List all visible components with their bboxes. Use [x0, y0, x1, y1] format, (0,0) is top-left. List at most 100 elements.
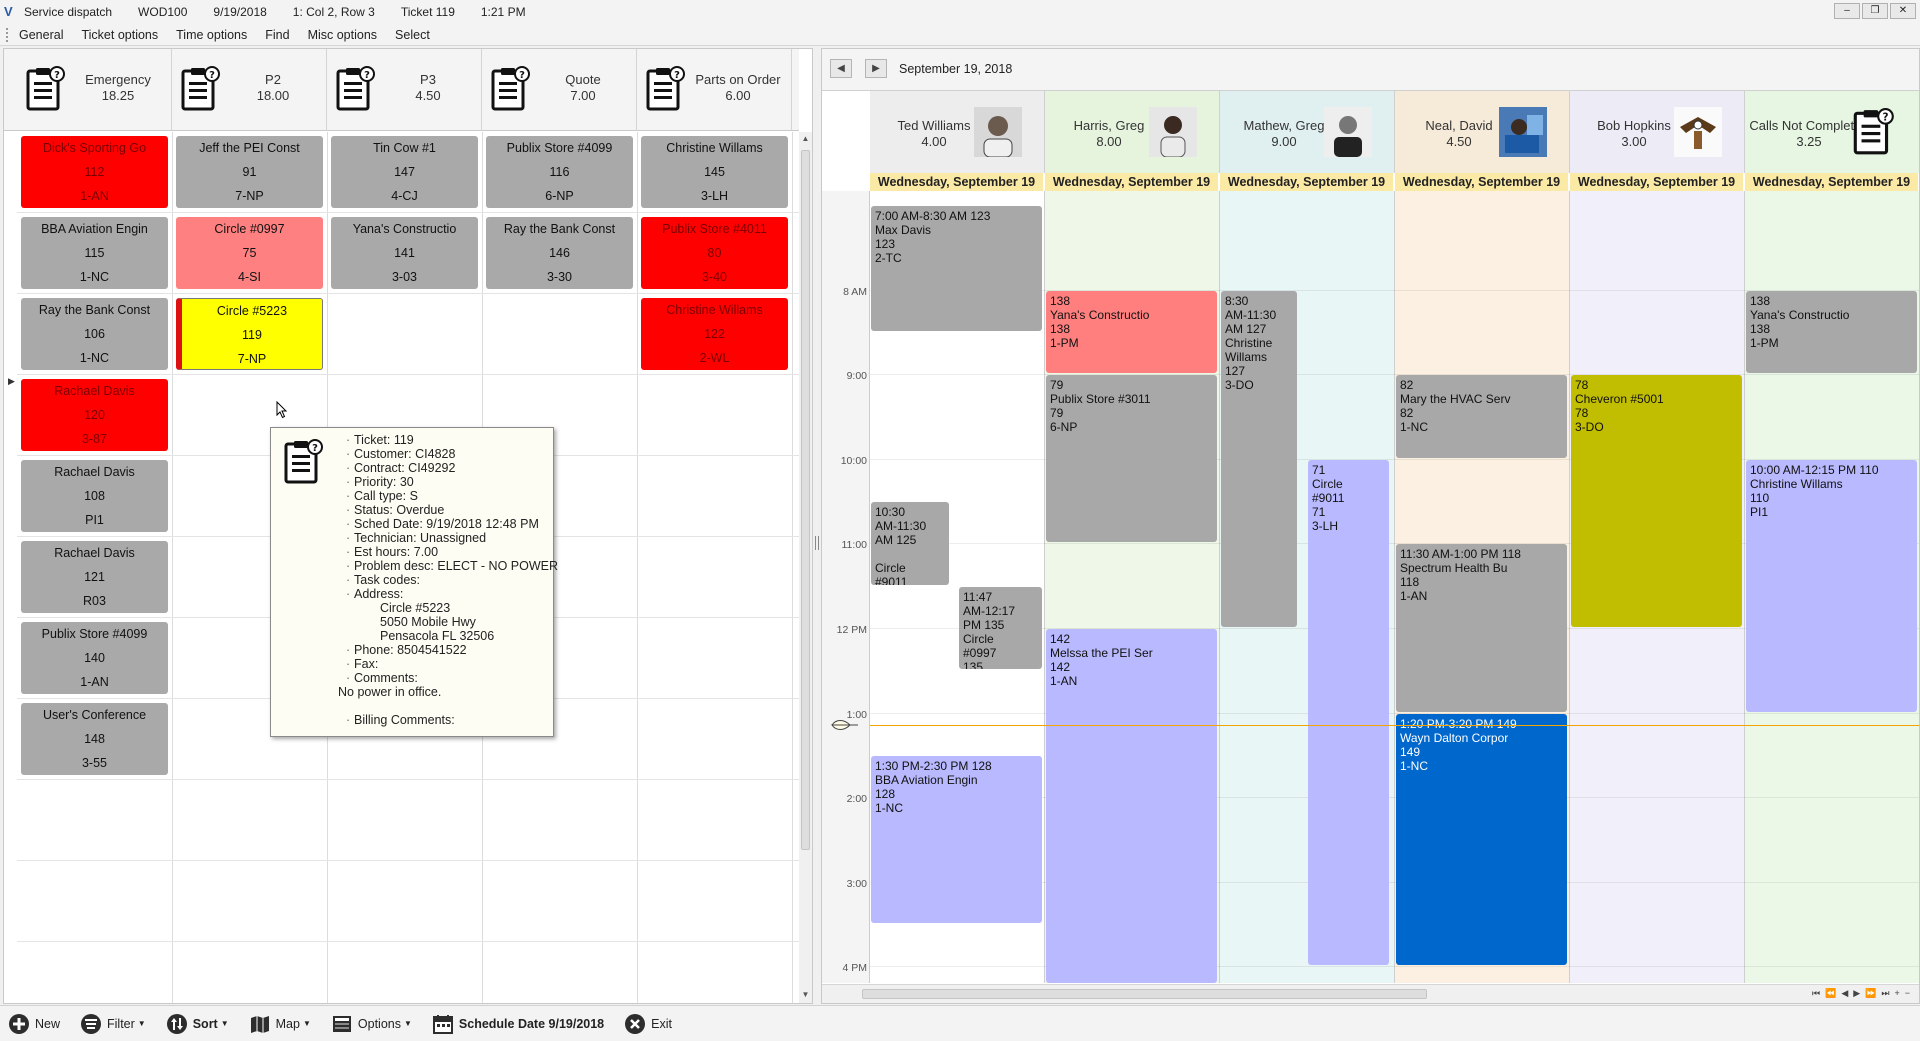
close-window-button[interactable]: ✕ [1890, 3, 1916, 19]
ticket-card[interactable]: Christine Willams 122 2-WL [641, 298, 788, 370]
appointment[interactable]: 1:20 PM-3:20 PM 149 Wayn Dalton Corpor 149… [1396, 713, 1567, 966]
day-header: Wednesday, September 19 [870, 173, 1044, 191]
appointment-line: 123 [875, 237, 896, 251]
menu-ticket-options[interactable]: Ticket options [72, 28, 167, 42]
ticket-card[interactable]: Jeff the PEI Const 91 7-NP [176, 136, 323, 208]
bullet-icon: · [346, 671, 351, 685]
ticket-card[interactable]: Ray the Bank Const 146 3-30 [486, 217, 633, 289]
appointment-line: Circle [963, 631, 994, 646]
appointment[interactable]: 138 Yana's Constructio 138 1-PM [1046, 290, 1217, 374]
board-scroll-thumb[interactable] [801, 150, 810, 850]
calendar-horizontal-scrollbar[interactable]: ⏮⏪◀▶⏩⏭+− [822, 984, 1919, 1003]
appointment-line: Christine [1225, 335, 1273, 350]
ticket-card[interactable]: Christine Willams 145 3-LH [641, 136, 788, 208]
filter-button[interactable]: Filter ▼ [80, 1013, 146, 1035]
ticket-number: 91 [242, 165, 257, 179]
ticket-code: 3-30 [546, 270, 573, 284]
ticket-card[interactable]: Dick's Sporting Go 112 1-AN [21, 136, 168, 208]
sort-button[interactable]: Sort ▼ [166, 1013, 229, 1035]
ticket-card[interactable]: Publix Store #4099 116 6-NP [486, 136, 633, 208]
calendar-scroll-thumb[interactable] [862, 989, 1427, 999]
record-navigator-icons[interactable]: ⏮⏪◀▶⏩⏭+− [1812, 988, 1915, 999]
appointment-header: 138 [1750, 293, 1771, 308]
menu-misc-options[interactable]: Misc options [299, 28, 386, 42]
previous-day-button[interactable]: ◀ [830, 59, 852, 78]
appointment[interactable]: 11:47AM-12:17PM 135Circle#09971353-10 [959, 586, 1042, 670]
menu-general[interactable]: General [10, 28, 72, 42]
ticket-card[interactable]: User's Conference 148 3-55 [21, 703, 168, 775]
appointment[interactable]: 79 Publix Store #3011 79 6-NP [1046, 375, 1217, 543]
clipboard-icon: ? [336, 66, 375, 111]
minimize-button[interactable]: – [1834, 3, 1860, 19]
ticket-number: 106 [84, 327, 105, 341]
ticket-code: 3-55 [81, 756, 108, 770]
tooltip-text: Sched Date: 9/19/2018 12:48 PM [354, 517, 539, 531]
appointment[interactable]: 71 Circle #9011 71 3-LH [1308, 459, 1389, 966]
tooltip-line: · Technician: Unassigned [346, 531, 549, 545]
restore-button[interactable]: ❐ [1862, 3, 1888, 19]
ticket-card[interactable]: Yana's Constructio 141 3-03 [331, 217, 478, 289]
ticket-card[interactable]: Ray the Bank Const 106 1-NC [21, 298, 168, 370]
tooltip-text: Technician: Unassigned [354, 531, 487, 545]
tooltip-line: · Priority: 30 [346, 475, 549, 489]
ticket-card[interactable]: Rachael Davis 121 R03 [21, 541, 168, 613]
appointment-header: 10:00 AM-12:15 PM 110 [1750, 462, 1879, 477]
exit-button[interactable]: Exit [624, 1013, 672, 1035]
appointment[interactable]: 8:30 AM-11:30 AM 127 Christine Willams 127 3-D… [1221, 290, 1297, 627]
ticket-card[interactable]: BBA Aviation Engin 115 1-NC [21, 217, 168, 289]
scroll-down-icon[interactable]: ▼ [801, 990, 810, 1002]
column-name: Parts on Order [695, 72, 781, 87]
schedule-date-button[interactable]: Schedule Date 9/19/2018 [432, 1013, 604, 1035]
new-button[interactable]: New [8, 1013, 60, 1035]
technician-header-1[interactable]: Ted Williams 4.00 [870, 91, 1045, 173]
menu-time-options[interactable]: Time options [167, 28, 256, 42]
ticket-card[interactable]: Publix Store #4011 80 3-40 [641, 217, 788, 289]
column-header-quote[interactable]: ? Quote 7.00 [482, 49, 637, 131]
appointment[interactable]: 11:30 AM-1:00 PM 118 Spectrum Health Bu 11… [1396, 544, 1567, 712]
ticket-customer: Rachael Davis [54, 546, 135, 560]
column-header-parts-on-order[interactable]: ? Parts on Order 6.00 [637, 49, 792, 131]
options-button[interactable]: Options ▼ [331, 1013, 412, 1035]
appointment-line: #9011 [1312, 490, 1345, 505]
splitter-grip-icon[interactable] [815, 536, 819, 550]
technician-header-6[interactable]: Calls Not Completed 3.25? [1745, 91, 1919, 173]
appointment-line: 1-PM [1750, 335, 1779, 350]
next-day-button[interactable]: ▶ [865, 59, 887, 78]
appointment[interactable]: 138 Yana's Constructio 138 1-PM [1746, 290, 1917, 374]
appointment[interactable]: 78 Cheveron #5001 78 3-DO [1571, 375, 1742, 627]
appointment-header: 79 [1050, 378, 1064, 393]
ticket-card[interactable]: Rachael Davis 108 PI1 [21, 460, 168, 532]
technician-header-4[interactable]: Neal, David 4.50 [1395, 91, 1570, 173]
menu-select[interactable]: Select [386, 28, 439, 42]
ticket-card[interactable]: Publix Store #4099 140 1-AN [21, 622, 168, 694]
ticket-customer: Tin Cow #1 [373, 141, 436, 155]
appointment[interactable]: 10:00 AM-12:15 PM 110 Christine Willams 11… [1746, 459, 1917, 712]
time-label: 2:00 [846, 793, 867, 806]
column-header-p2[interactable]: ? P2 18.00 [172, 49, 327, 131]
technician-header-2[interactable]: Harris, Greg 8.00 [1045, 91, 1220, 173]
appointment[interactable]: 142 Melssa the PEI Ser 142 1-AN [1046, 629, 1217, 983]
ticket-card[interactable]: Tin Cow #1 147 4-CJ [331, 136, 478, 208]
appointment[interactable]: 10:30AM-11:30AM 125 Circle#90111251-AN [871, 502, 949, 585]
tooltip-text: Comments: [354, 671, 418, 685]
column-header-emergency[interactable]: ? Emergency 18.25 [17, 49, 172, 131]
technician-header-3[interactable]: Mathew, Greg 9.00 [1220, 91, 1395, 173]
scroll-up-icon[interactable]: ▲ [801, 134, 810, 146]
ticket-card[interactable]: Rachael Davis 120 3-87 [21, 379, 168, 451]
appointment[interactable]: 1:30 PM-2:30 PM 128 BBA Aviation Engin 128… [871, 755, 1042, 924]
ticket-customer: Jeff the PEI Const [199, 141, 300, 155]
appointment[interactable]: 7:00 AM-8:30 AM 123 Max Davis 123 2-TC [871, 206, 1042, 331]
ticket-card[interactable]: Circle #0997 75 4-SI [176, 217, 323, 289]
menu-find[interactable]: Find [256, 28, 298, 42]
clipboard-icon: ? [26, 66, 65, 111]
column-header-p3[interactable]: ? P3 4.50 [327, 49, 482, 131]
row-divider [17, 860, 799, 861]
appointment[interactable]: 82 Mary the HVAC Serv 82 1-NC [1396, 375, 1567, 458]
technician-header-5[interactable]: Bob Hopkins 3.00 [1570, 91, 1745, 173]
ticket-customer: Circle #5223 [216, 304, 288, 318]
pane-splitter[interactable] [813, 48, 821, 1004]
ticket-card[interactable]: Circle #5223 119 7-NP [176, 298, 323, 370]
current-ticket: Ticket 119 [400, 5, 455, 19]
board-vertical-scrollbar[interactable]: ▲ ▼ [799, 132, 812, 1003]
map-button[interactable]: Map ▼ [249, 1013, 311, 1035]
